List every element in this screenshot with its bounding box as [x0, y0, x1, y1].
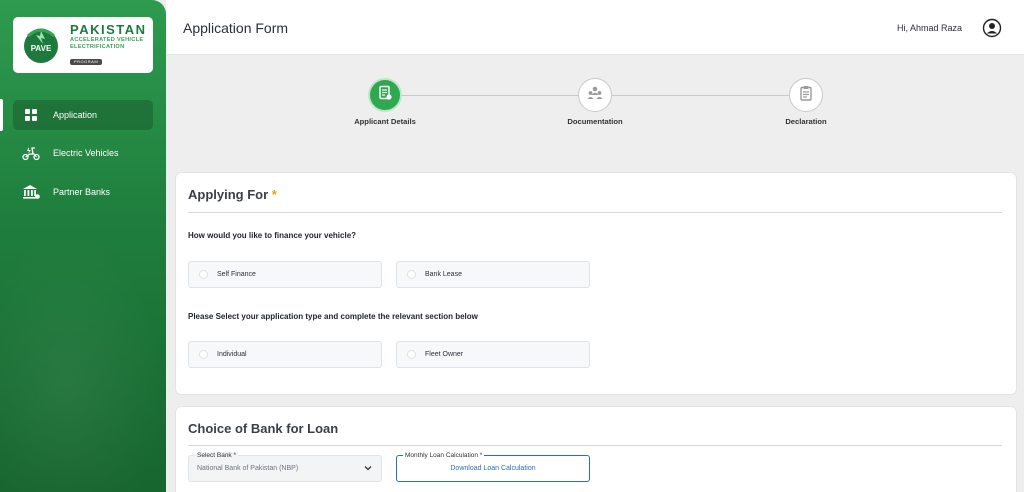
top-header: Application Form Hi, Ahmad Raza	[166, 0, 1024, 55]
option-individual[interactable]: Individual	[188, 341, 382, 368]
applying-for-card: Applying For * How would you like to fin…	[175, 172, 1017, 395]
monthly-loan-calculation-label: Monthly Loan Calculation *	[403, 452, 485, 460]
page-title: Application Form	[183, 20, 289, 36]
sidebar-item-electric-vehicles[interactable]: Electric Vehicles	[13, 138, 153, 168]
document-icon	[377, 85, 393, 106]
applying-for-title-text: Applying For	[188, 187, 269, 202]
chevron-down-icon	[363, 463, 373, 475]
step-label: Applicant Details	[354, 117, 416, 126]
step-applicant-details[interactable]: Applicant Details	[330, 78, 440, 126]
radio-button[interactable]	[407, 270, 416, 279]
sidebar-item-label: Electric Vehicles	[53, 148, 119, 158]
step-label: Declaration	[785, 117, 827, 126]
logo-program-tag: PROGRAM	[70, 58, 103, 65]
select-bank-label: Select Bank *	[195, 452, 239, 460]
sidebar-item-label: Partner Banks	[53, 187, 111, 197]
option-fleet-owner[interactable]: Fleet Owner	[396, 341, 590, 368]
bank-choice-title: Choice of Bank for Loan	[188, 421, 339, 436]
option-label: Individual	[217, 351, 247, 358]
radio-button[interactable]	[199, 270, 208, 279]
logo-mark-text: PAVE	[31, 44, 52, 53]
download-loan-calculation-button[interactable]: Monthly Loan Calculation * Download Loan…	[396, 452, 590, 482]
step-label: Documentation	[567, 117, 623, 126]
pave-logo-mark: PAVE	[18, 22, 64, 68]
sidebar: PAVE PAKISTAN ACCELERATED VEHICLE ELECTR…	[0, 0, 166, 492]
radio-button[interactable]	[407, 350, 416, 359]
select-bank-dropdown[interactable]: Select Bank * National Bank of Pakistan …	[188, 452, 382, 482]
logo-subtitle-2: ELECTRIFICATION	[70, 44, 125, 50]
applying-for-title: Applying For *	[188, 187, 277, 202]
step-documentation[interactable]: Documentation	[540, 78, 650, 126]
pave-logo[interactable]: PAVE PAKISTAN ACCELERATED VEHICLE ELECTR…	[13, 17, 153, 73]
card-divider	[188, 212, 1002, 213]
scooter-icon	[19, 145, 43, 161]
grid-icon	[19, 108, 43, 122]
download-loan-calculation-link[interactable]: Download Loan Calculation	[450, 465, 535, 472]
people-icon	[586, 85, 604, 106]
required-mark: *	[271, 187, 277, 202]
option-label: Self Finance	[217, 271, 256, 278]
card-divider	[188, 445, 1002, 446]
finance-question: How would you like to finance your vehic…	[188, 231, 357, 240]
clipboard-icon	[799, 85, 813, 106]
bank-icon	[19, 184, 43, 200]
user-greeting: Hi, Ahmad Raza	[896, 23, 962, 33]
active-nav-indicator	[0, 99, 3, 131]
option-self-finance[interactable]: Self Finance	[188, 261, 382, 288]
option-label: Bank Lease	[425, 271, 462, 278]
sidebar-item-partner-banks[interactable]: Partner Banks	[13, 177, 153, 207]
bank-choice-card: Choice of Bank for Loan Select Bank * Na…	[175, 406, 1017, 492]
step-declaration[interactable]: Declaration	[751, 78, 861, 126]
logo-title: PAKISTAN	[70, 22, 147, 38]
sidebar-item-application[interactable]: Application	[13, 100, 153, 130]
application-type-question: Please Select your application type and …	[188, 312, 478, 321]
select-bank-value: National Bank of Pakistan (NBP)	[197, 465, 299, 472]
option-bank-lease[interactable]: Bank Lease	[396, 261, 590, 288]
radio-button[interactable]	[199, 350, 208, 359]
user-avatar-icon[interactable]	[982, 18, 1002, 38]
sidebar-item-label: Application	[53, 110, 98, 120]
option-label: Fleet Owner	[425, 351, 464, 358]
